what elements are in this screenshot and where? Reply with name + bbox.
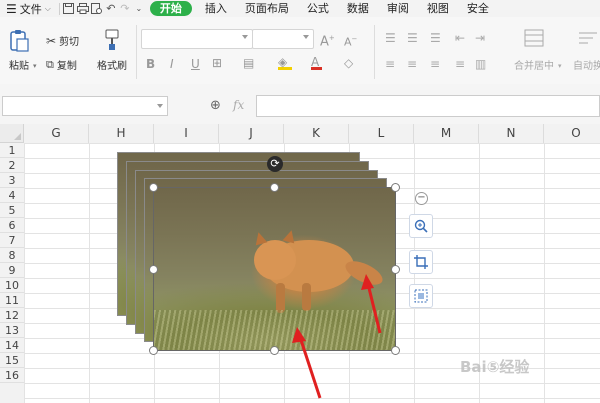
arrow (366, 283, 382, 334)
watermark: Bai⑤经验 (460, 358, 530, 376)
arrowhead (361, 274, 374, 290)
arrow (298, 336, 322, 399)
annotation-arrows (292, 274, 382, 399)
arrowhead (292, 327, 306, 343)
